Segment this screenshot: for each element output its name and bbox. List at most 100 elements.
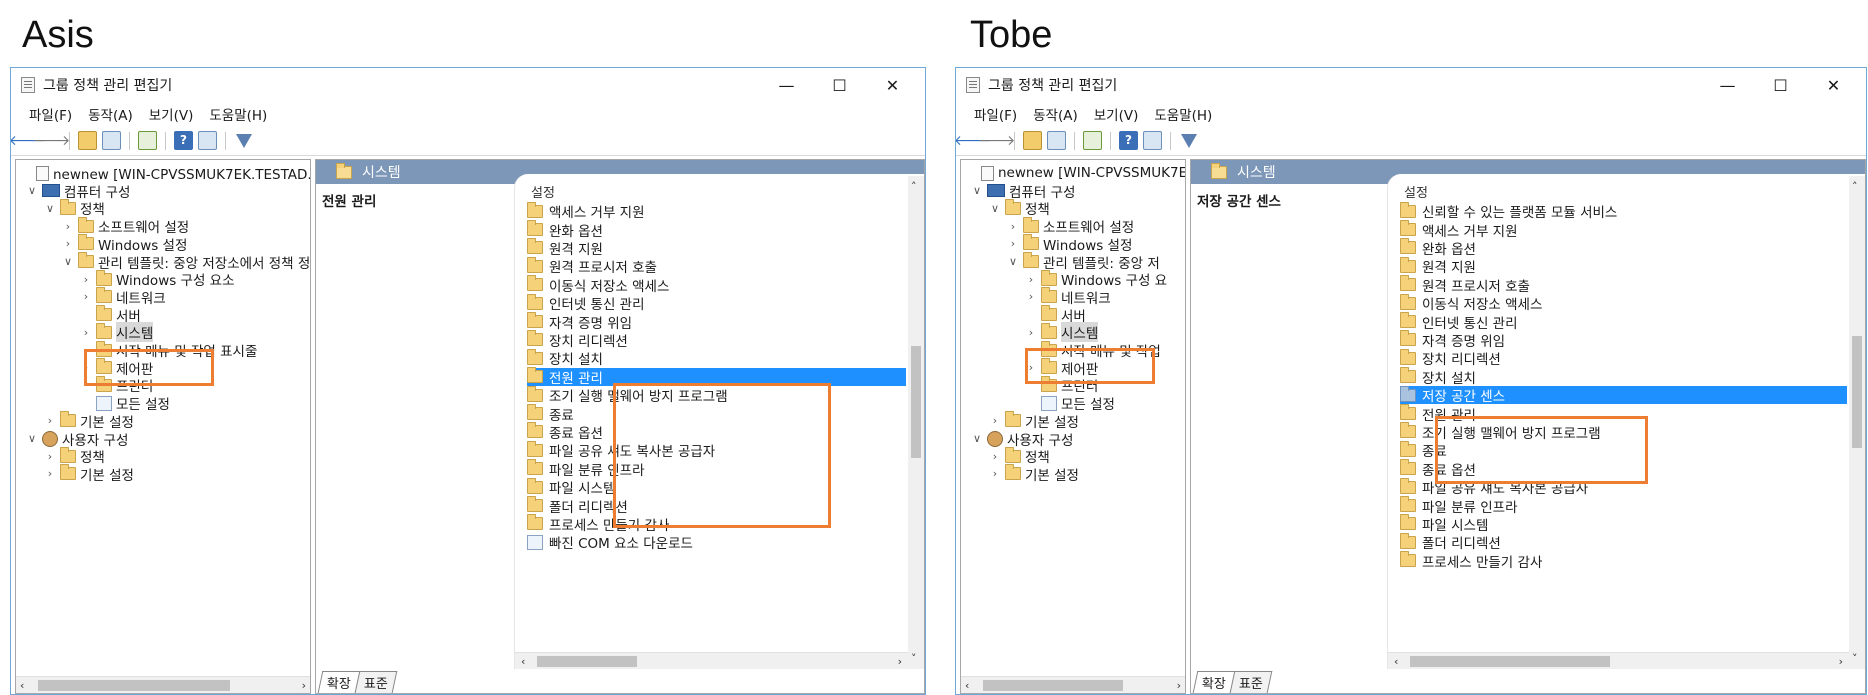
expand-chevron-icon[interactable]: ∨ — [971, 184, 983, 197]
tree-item[interactable]: ∨ 컴퓨터 구성 — [971, 182, 1075, 201]
list-item[interactable]: 전원 관리 — [527, 367, 906, 387]
expand-chevron-icon[interactable]: › — [62, 220, 74, 233]
tree-item[interactable]: ∨ 사용자 구성 — [971, 430, 1073, 449]
list-item[interactable]: 파일 시스템 — [527, 477, 906, 497]
expand-chevron-icon[interactable]: › — [44, 467, 56, 480]
list-item[interactable]: 인터넷 통신 관리 — [1400, 312, 1847, 332]
expand-chevron-icon[interactable]: › — [1025, 273, 1037, 286]
tree-item[interactable]: › 시스템 — [1025, 322, 1099, 343]
tree-item[interactable]: ∨ 사용자 구성 — [26, 430, 128, 449]
list-hscrollbar[interactable]: ‹ › — [1388, 652, 1849, 669]
list-item[interactable]: 이동식 저장소 액세스 — [1400, 293, 1847, 313]
expand-chevron-icon[interactable]: › — [62, 237, 74, 250]
list-item[interactable]: 자격 증명 위임 — [1400, 330, 1847, 350]
scroll-thumb[interactable] — [1410, 656, 1610, 667]
tree-item[interactable]: newnew [WIN-CPVSSMUK7EK.TESTAD.COM] 정책 — [20, 164, 310, 183]
list-item[interactable]: 완화 옵션 — [1400, 238, 1847, 258]
list-item[interactable]: 종료 옵션 — [527, 422, 906, 442]
close-button[interactable]: ✕ — [1807, 68, 1860, 102]
export-list-icon[interactable] — [137, 130, 158, 151]
scroll-left-icon[interactable]: ‹ — [1394, 653, 1398, 669]
tree-item[interactable]: › 네트워크 — [1025, 287, 1111, 307]
expand-chevron-icon[interactable]: ∨ — [26, 184, 38, 197]
scroll-left-icon[interactable]: ‹ — [20, 677, 24, 693]
forward-arrow-icon[interactable]: 🡒 — [978, 130, 1016, 151]
list-item[interactable]: 장치 리디렉션 — [1400, 348, 1847, 368]
list-hscrollbar[interactable]: ‹ › — [515, 652, 908, 669]
scroll-left-icon[interactable]: ‹ — [521, 653, 525, 669]
export-list-icon[interactable] — [1082, 130, 1103, 151]
tree-item[interactable]: › 제어판 — [1025, 358, 1098, 378]
tree-item[interactable]: › 시스템 — [80, 322, 154, 343]
tree-hscrollbar[interactable]: ‹ › — [16, 676, 310, 693]
tree-item[interactable]: ∨ 정책 — [44, 198, 105, 218]
forward-arrow-icon[interactable]: 🡒 — [33, 130, 71, 151]
expand-chevron-icon[interactable]: › — [80, 290, 92, 303]
maximize-button[interactable]: ☐ — [813, 68, 866, 102]
tree-item[interactable]: › Windows 설정 — [1007, 234, 1132, 254]
tree-item[interactable]: 시작 메뉴 및 작업 표시줄 — [80, 340, 257, 360]
scroll-down-icon[interactable]: ˅ — [911, 650, 917, 667]
list-item[interactable]: 파일 공유 섀도 복사본 공급자 — [1400, 477, 1847, 497]
expand-chevron-icon[interactable]: ∨ — [44, 202, 56, 215]
list-item[interactable]: 파일 분류 인프라 — [527, 459, 906, 479]
expand-chevron-icon[interactable]: › — [80, 361, 92, 374]
tree-item[interactable]: › Windows 구성 요 — [1025, 269, 1167, 289]
expand-chevron-icon[interactable]: › — [989, 414, 1001, 427]
list-item[interactable]: 프로세스 만들기 감사 — [1400, 551, 1847, 571]
expand-chevron-icon[interactable]: ∨ — [971, 432, 983, 445]
menu-action[interactable]: 동작(A) — [80, 104, 141, 124]
tree-item[interactable]: newnew [WIN-CPVSSMUK7EK. — [965, 164, 1185, 182]
tree-item[interactable]: ∨ 컴퓨터 구성 — [26, 182, 130, 201]
expand-chevron-icon[interactable]: › — [1007, 237, 1019, 250]
scroll-left-icon[interactable]: ‹ — [965, 677, 969, 693]
minimize-button[interactable]: — — [1701, 68, 1754, 102]
list-item[interactable]: 종료 옵션 — [1400, 459, 1847, 479]
scroll-up-icon[interactable]: ˄ — [911, 178, 917, 195]
list-item[interactable]: 액세스 거부 지원 — [1400, 220, 1847, 240]
list-item[interactable]: 원격 프로시저 호출 — [527, 256, 906, 276]
list-item[interactable]: 신뢰할 수 있는 플랫폼 모듈 서비스 — [1400, 201, 1847, 221]
menu-view[interactable]: 보기(V) — [1086, 104, 1147, 124]
list-item[interactable]: 액세스 거부 지원 — [527, 201, 906, 221]
properties-icon[interactable] — [197, 130, 218, 151]
show-hide-tree-icon[interactable] — [1046, 130, 1067, 151]
tree-item[interactable]: 프린터 — [80, 375, 153, 395]
list-item[interactable]: 폴더 리디렉션 — [527, 496, 906, 516]
tree-item[interactable]: 서버 — [80, 305, 141, 325]
tree-item[interactable]: ∨ 정책 — [989, 198, 1050, 218]
scroll-thumb[interactable] — [38, 680, 230, 691]
scroll-right-icon[interactable]: › — [302, 677, 306, 693]
scroll-right-icon[interactable]: › — [898, 653, 902, 669]
tree-item[interactable]: › 소프트웨어 설정 — [62, 216, 189, 236]
expand-chevron-icon[interactable]: › — [1025, 326, 1037, 339]
close-button[interactable]: ✕ — [866, 68, 919, 102]
menu-help[interactable]: 도움말(H) — [1146, 104, 1220, 124]
expand-chevron-icon[interactable]: › — [44, 450, 56, 463]
list-item[interactable]: 이동식 저장소 액세스 — [527, 275, 906, 295]
list-item[interactable]: 장치 설치 — [1400, 367, 1847, 387]
list-item[interactable]: 원격 지원 — [527, 238, 906, 258]
tree-hscrollbar[interactable]: ‹ › — [961, 676, 1185, 693]
properties-icon[interactable] — [1142, 130, 1163, 151]
tree-item[interactable]: › Windows 설정 — [62, 234, 187, 254]
tree-item[interactable]: › 네트워크 — [80, 287, 166, 307]
column-header-setting[interactable]: 설정 — [531, 182, 555, 201]
scroll-thumb[interactable] — [983, 680, 1123, 691]
list-item[interactable]: 빠진 COM 요소 다운로드 — [527, 533, 906, 552]
minimize-button[interactable]: — — [760, 68, 813, 102]
show-hide-tree-icon[interactable] — [101, 130, 122, 151]
list-item[interactable]: 원격 지원 — [1400, 256, 1847, 276]
tree-item[interactable]: › 정책 — [989, 446, 1050, 466]
tree-item[interactable]: 시작 메뉴 및 작업 — [1025, 340, 1161, 360]
list-item[interactable]: 종료 — [1400, 440, 1847, 460]
scroll-right-icon[interactable]: › — [1839, 653, 1843, 669]
tree-item[interactable]: › 기본 설정 — [44, 464, 134, 484]
scroll-thumb[interactable] — [1852, 336, 1862, 448]
scroll-thumb[interactable] — [537, 656, 637, 667]
tree-item[interactable]: 프린터 — [1025, 375, 1098, 395]
expand-chevron-icon[interactable]: › — [1025, 361, 1037, 374]
list-item[interactable]: 자격 증명 위임 — [527, 312, 906, 332]
folder-up-icon[interactable] — [1022, 130, 1043, 151]
tree-item[interactable]: › 기본 설정 — [44, 411, 134, 431]
